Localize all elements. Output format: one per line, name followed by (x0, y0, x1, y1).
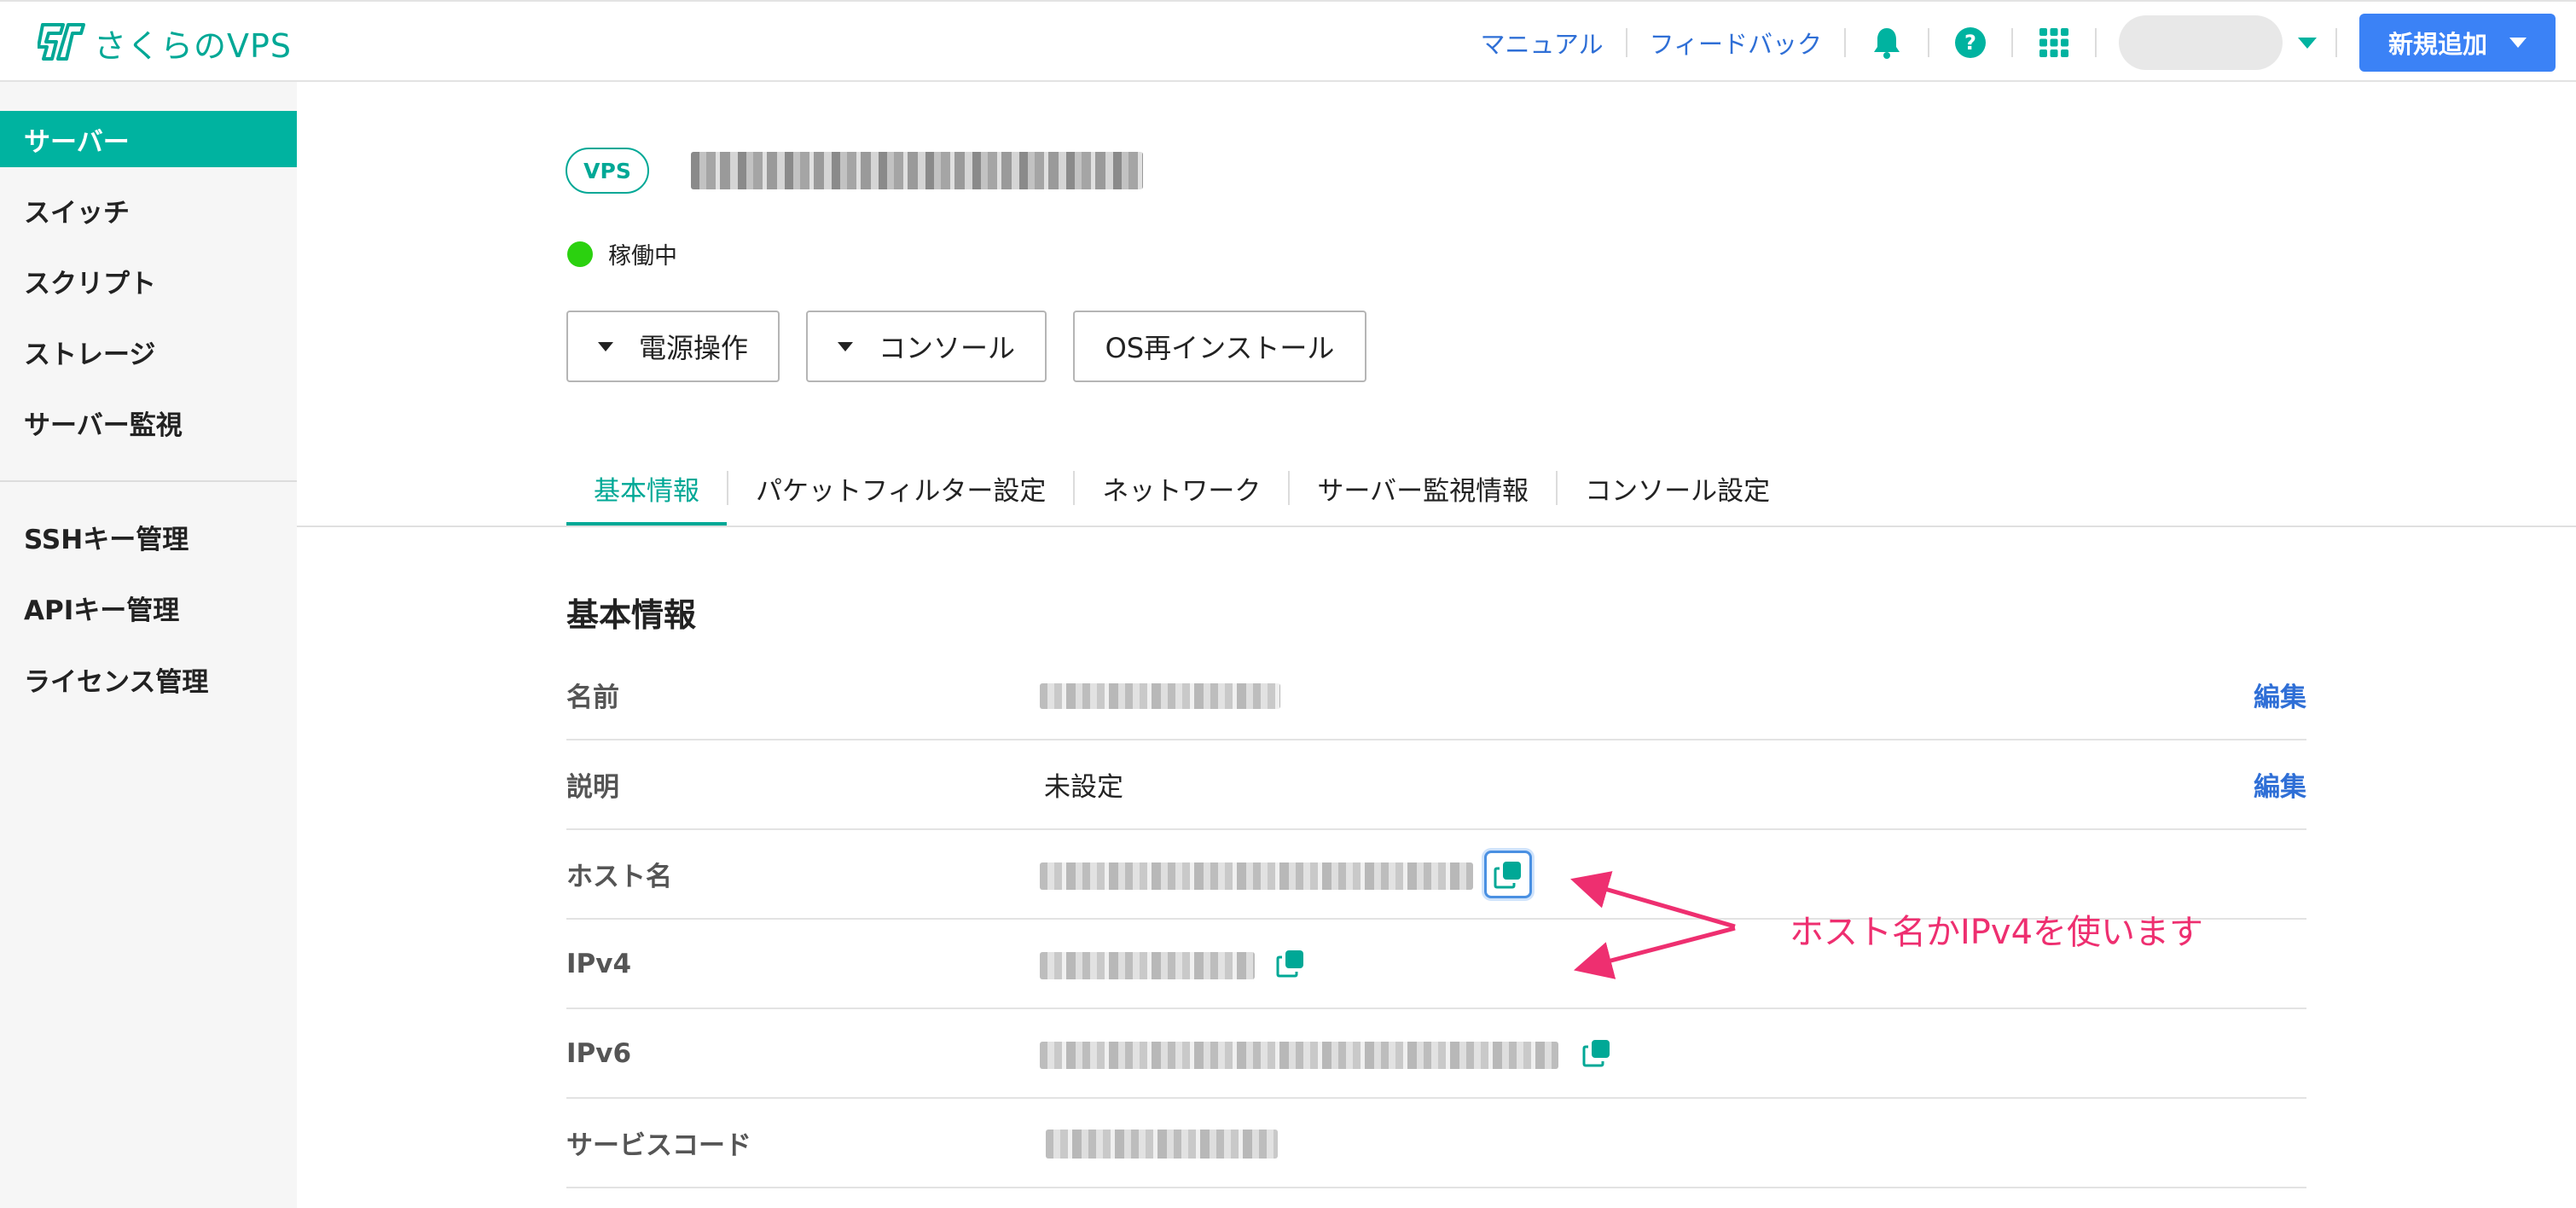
info-row-description: 説明 未設定 編集 (566, 740, 2306, 830)
sidebar-item-server[interactable]: サーバー (0, 111, 297, 167)
add-new-label: 新規追加 (2387, 30, 2487, 59)
divider (2095, 28, 2097, 57)
apps-grid-icon (2039, 28, 2068, 57)
server-status: 稼働中 (567, 237, 677, 270)
row-label: サービスコード (566, 1130, 751, 1161)
status-indicator (567, 241, 593, 267)
info-row-ipv6: IPv6 (566, 1009, 2306, 1099)
tab-network[interactable]: ネットワーク (1075, 449, 1288, 527)
row-label: 名前 (566, 682, 619, 713)
sidebar-item-label: サーバー監視 (24, 409, 183, 441)
sidebar-item-storage[interactable]: ストレージ (0, 323, 297, 380)
sidebar-item-licenses[interactable]: ライセンス管理 (0, 651, 297, 707)
edit-name-link[interactable]: 編集 (2254, 651, 2306, 739)
tab-packet-filter[interactable]: パケットフィルター設定 (728, 449, 1073, 527)
chevron-down-icon (597, 341, 613, 351)
sidebar-item-script[interactable]: スクリプト (0, 253, 297, 309)
chevron-down-icon (837, 341, 853, 351)
power-operation-button[interactable]: 電源操作 (566, 311, 780, 382)
console-button[interactable]: コンソール (806, 311, 1047, 382)
name-value-redacted (1040, 683, 1280, 709)
sidebar-divider (0, 480, 297, 482)
sidebar-item-monitoring[interactable]: サーバー監視 (0, 394, 297, 450)
add-new-button[interactable]: 新規追加 (2359, 14, 2556, 72)
section-title: 基本情報 (566, 596, 697, 634)
sidebar-item-switch[interactable]: スイッチ (0, 182, 297, 238)
divider (2335, 28, 2337, 57)
account-menu[interactable] (2119, 15, 2283, 70)
sakura-logo-icon (38, 23, 85, 61)
vps-badge: VPS (566, 148, 649, 194)
top-bar: さくらのVPS マニュアル フィードバック ? 新規追加 (0, 0, 2576, 82)
copy-hostname-button[interactable] (1484, 851, 1532, 898)
info-row-name: 名前 編集 (566, 651, 2306, 740)
tab-monitoring-info[interactable]: サーバー監視情報 (1290, 449, 1556, 527)
tab-basic-info[interactable]: 基本情報 (566, 449, 727, 527)
copy-ipv6-button[interactable] (1582, 1038, 1611, 1067)
sidebar-item-label: SSHキー管理 (24, 524, 189, 555)
description-value: 未設定 (1044, 772, 1123, 803)
detail-tabs: 基本情報 パケットフィルター設定 ネットワーク サーバー監視情報 コンソール設定 (566, 449, 1797, 527)
edit-description-link[interactable]: 編集 (2254, 740, 2306, 828)
copy-icon (1582, 1040, 1610, 1067)
sidebar-item-api-keys[interactable]: APIキー管理 (0, 579, 297, 636)
logo[interactable]: さくらのVPS (38, 19, 292, 67)
os-reinstall-label: OS再インストール (1105, 332, 1335, 364)
row-label: IPv4 (566, 948, 632, 979)
annotation-text: ホスト名かIPv4を使います (1790, 913, 2204, 952)
server-name-redacted (691, 152, 1143, 189)
tab-console-settings[interactable]: コンソール設定 (1558, 449, 1797, 527)
feedback-link[interactable]: フィードバック (1627, 25, 1844, 61)
copy-icon (1494, 862, 1521, 889)
bell-icon (1874, 28, 1900, 59)
status-text: 稼働中 (608, 243, 677, 270)
row-label: IPv6 (566, 1037, 632, 1069)
row-label: ホスト名 (566, 862, 672, 892)
help-icon: ? (1955, 27, 1986, 58)
os-reinstall-button[interactable]: OS再インストール (1073, 311, 1366, 382)
sidebar-item-ssh-keys[interactable]: SSHキー管理 (0, 508, 297, 565)
chevron-down-icon (2509, 38, 2527, 48)
info-row-service-code: サービスコード (566, 1099, 2306, 1188)
ipv6-value-redacted (1040, 1042, 1558, 1069)
notifications-button[interactable] (1846, 12, 1928, 73)
service-code-value-redacted (1046, 1130, 1278, 1159)
hostname-value-redacted (1040, 862, 1473, 890)
row-label: 説明 (566, 772, 619, 803)
sidebar-item-label: APIキー管理 (24, 595, 180, 626)
ipv4-value-redacted (1040, 952, 1255, 979)
logo-text: さくらのVPS (94, 26, 293, 65)
header-actions: マニュアル フィードバック ? 新規追加 (1458, 12, 2556, 73)
tabs-underline (297, 526, 2576, 527)
svg-text:?: ? (1964, 31, 1976, 55)
sidebar: サーバー スイッチ スクリプト ストレージ サーバー監視 SSHキー管理 API… (0, 82, 297, 1208)
apps-menu-button[interactable] (2013, 12, 2095, 73)
copy-icon (1276, 950, 1303, 978)
copy-ipv4-button[interactable] (1276, 949, 1305, 978)
chevron-down-icon[interactable] (2298, 37, 2317, 49)
power-operation-label: 電源操作 (638, 332, 748, 364)
console-label: コンソール (878, 332, 1015, 364)
sidebar-item-label: スイッチ (24, 197, 130, 229)
sidebar-item-label: ライセンス管理 (24, 666, 209, 698)
manual-link[interactable]: マニュアル (1458, 25, 1625, 61)
sidebar-item-label: ストレージ (24, 339, 156, 370)
sidebar-item-label: サーバー (24, 126, 130, 158)
help-button[interactable]: ? (1929, 12, 2011, 73)
sidebar-item-label: スクリプト (24, 268, 156, 299)
